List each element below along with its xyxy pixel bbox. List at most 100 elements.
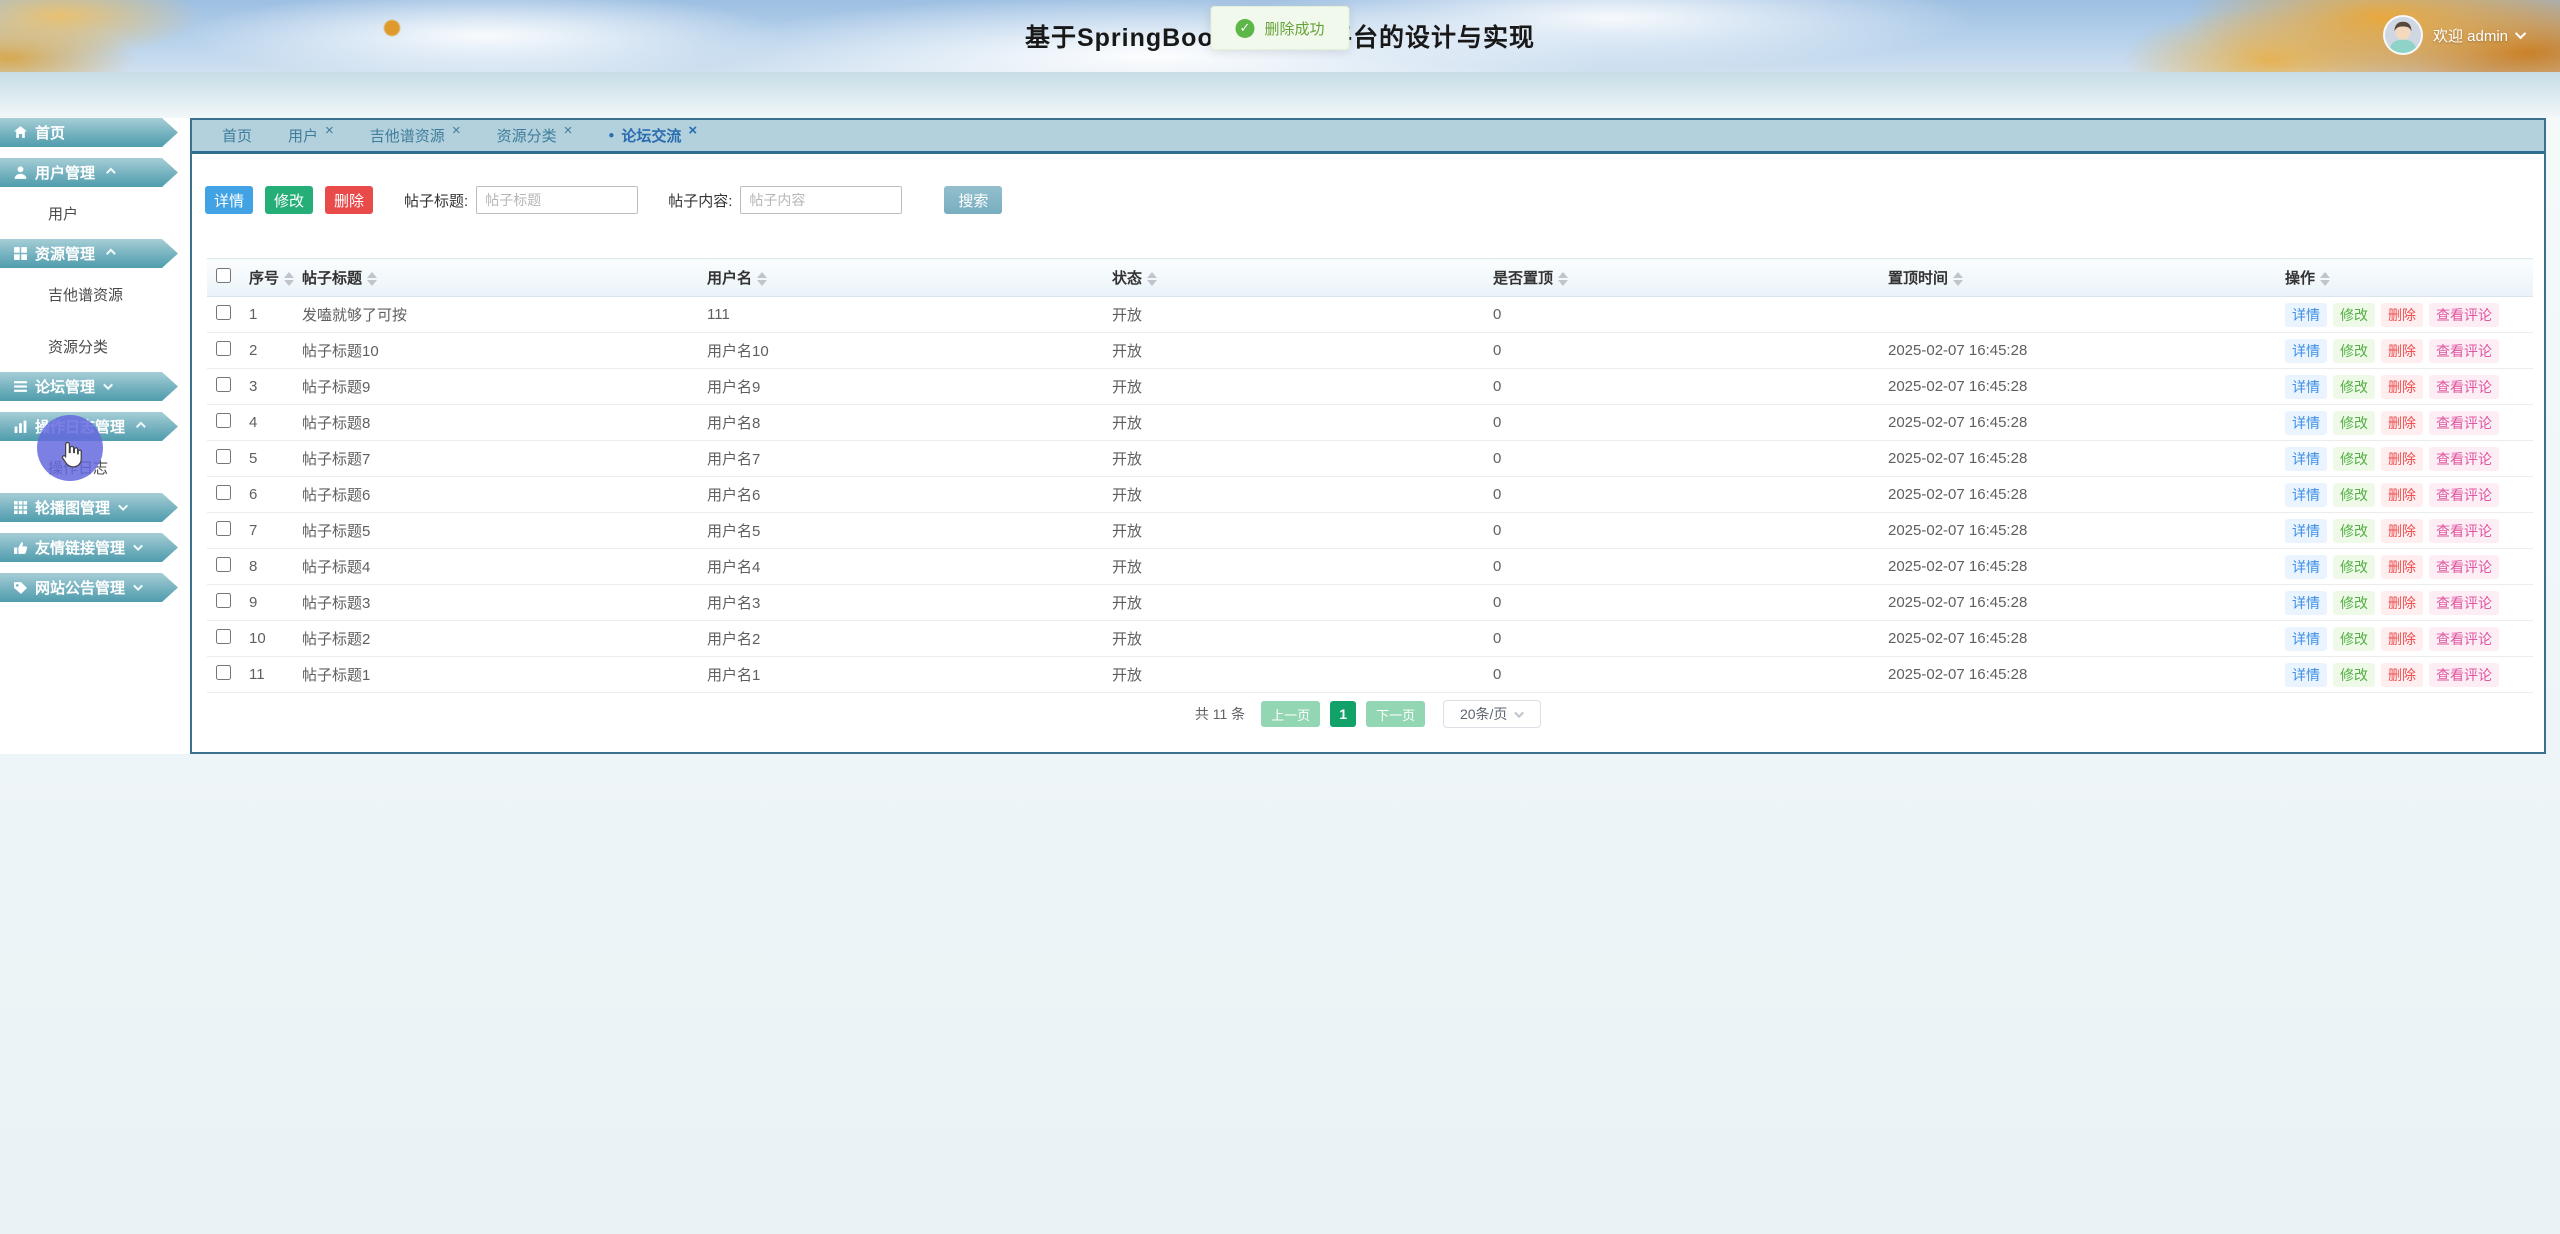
row-detail-link[interactable]: 详情 <box>2285 591 2327 615</box>
sort-caret-icon[interactable] <box>2320 272 2330 286</box>
row-view-comments-link[interactable]: 查看评论 <box>2429 483 2499 507</box>
tag-icon <box>13 580 28 595</box>
row-detail-link[interactable]: 详情 <box>2285 339 2327 363</box>
sidebar-item-friend-links-management[interactable]: 友情链接管理 <box>0 533 178 562</box>
sidebar-subitem-guitar-scores[interactable]: 吉他谱资源 <box>0 268 178 320</box>
sidebar-item-home[interactable]: 首页 <box>0 118 178 147</box>
sidebar-item-carousel-management[interactable]: 轮播图管理 <box>0 493 178 522</box>
tab-guitar-scores[interactable]: 吉他谱资源 × <box>370 125 461 146</box>
tab-home[interactable]: 首页 <box>222 125 252 146</box>
avatar[interactable] <box>2383 15 2423 55</box>
post-title-input[interactable] <box>476 186 638 214</box>
row-delete-link[interactable]: 删除 <box>2381 519 2423 543</box>
row-view-comments-link[interactable]: 查看评论 <box>2429 339 2499 363</box>
user-box[interactable]: 欢迎 admin <box>2383 15 2526 55</box>
close-icon[interactable]: × <box>688 123 697 138</box>
sort-caret-icon[interactable] <box>367 272 377 286</box>
row-checkbox[interactable] <box>216 629 231 644</box>
row-delete-link[interactable]: 删除 <box>2381 375 2423 399</box>
row-checkbox[interactable] <box>216 665 231 680</box>
cell-pin-time: 2025-02-07 16:45:28 <box>1888 477 2285 513</box>
row-detail-link[interactable]: 详情 <box>2285 483 2327 507</box>
row-delete-link[interactable]: 删除 <box>2381 483 2423 507</box>
row-detail-link[interactable]: 详情 <box>2285 447 2327 471</box>
row-detail-link[interactable]: 详情 <box>2285 663 2327 687</box>
col-pin-time: 置顶时间 <box>1888 270 1948 287</box>
row-edit-link[interactable]: 修改 <box>2333 519 2375 543</box>
check-circle-icon: ✓ <box>1235 19 1254 38</box>
row-checkbox[interactable] <box>216 377 231 392</box>
close-icon[interactable]: × <box>325 123 334 138</box>
row-checkbox[interactable] <box>216 305 231 320</box>
close-icon[interactable]: × <box>564 123 573 138</box>
tab-resource-category[interactable]: 资源分类 × <box>497 125 573 146</box>
sort-caret-icon[interactable] <box>1953 272 1963 286</box>
row-detail-link[interactable]: 详情 <box>2285 519 2327 543</box>
row-edit-link[interactable]: 修改 <box>2333 591 2375 615</box>
row-checkbox[interactable] <box>216 413 231 428</box>
row-delete-link[interactable]: 删除 <box>2381 555 2423 579</box>
tab-forum-active[interactable]: ● 论坛交流 × <box>608 125 697 146</box>
row-view-comments-link[interactable]: 查看评论 <box>2429 447 2499 471</box>
post-content-input[interactable] <box>740 186 902 214</box>
row-checkbox[interactable] <box>216 485 231 500</box>
row-edit-link[interactable]: 修改 <box>2333 627 2375 651</box>
page-size-select[interactable]: 20条/页 <box>1443 700 1541 728</box>
row-edit-link[interactable]: 修改 <box>2333 555 2375 579</box>
row-view-comments-link[interactable]: 查看评论 <box>2429 519 2499 543</box>
row-edit-link[interactable]: 修改 <box>2333 339 2375 363</box>
row-checkbox[interactable] <box>216 341 231 356</box>
row-view-comments-link[interactable]: 查看评论 <box>2429 627 2499 651</box>
row-delete-link[interactable]: 删除 <box>2381 303 2423 327</box>
row-edit-link[interactable]: 修改 <box>2333 447 2375 471</box>
row-view-comments-link[interactable]: 查看评论 <box>2429 555 2499 579</box>
row-detail-link[interactable]: 详情 <box>2285 555 2327 579</box>
row-detail-link[interactable]: 详情 <box>2285 627 2327 651</box>
row-view-comments-link[interactable]: 查看评论 <box>2429 303 2499 327</box>
row-detail-link[interactable]: 详情 <box>2285 411 2327 435</box>
sidebar-item-forum-management[interactable]: 论坛管理 <box>0 372 178 401</box>
cell-title: 帖子标题5 <box>302 513 707 549</box>
row-delete-link[interactable]: 删除 <box>2381 447 2423 471</box>
detail-button[interactable]: 详情 <box>205 186 253 214</box>
delete-button[interactable]: 删除 <box>325 186 373 214</box>
sort-caret-icon[interactable] <box>1147 272 1157 286</box>
select-all-checkbox[interactable] <box>216 268 231 283</box>
row-view-comments-link[interactable]: 查看评论 <box>2429 375 2499 399</box>
sort-caret-icon[interactable] <box>1558 272 1568 286</box>
sort-caret-icon[interactable] <box>757 272 767 286</box>
row-edit-link[interactable]: 修改 <box>2333 411 2375 435</box>
row-checkbox[interactable] <box>216 557 231 572</box>
sidebar-subitem-resource-category[interactable]: 资源分类 <box>0 320 178 372</box>
row-checkbox[interactable] <box>216 449 231 464</box>
row-view-comments-link[interactable]: 查看评论 <box>2429 411 2499 435</box>
row-edit-link[interactable]: 修改 <box>2333 375 2375 399</box>
row-delete-link[interactable]: 删除 <box>2381 411 2423 435</box>
row-checkbox[interactable] <box>216 521 231 536</box>
sidebar-item-resource-management[interactable]: 资源管理 <box>0 239 178 268</box>
next-page-button[interactable]: 下一页 <box>1366 701 1425 727</box>
sidebar-item-site-notice-management[interactable]: 网站公告管理 <box>0 573 178 602</box>
search-button[interactable]: 搜索 <box>944 186 1002 214</box>
row-detail-link[interactable]: 详情 <box>2285 375 2327 399</box>
row-detail-link[interactable]: 详情 <box>2285 303 2327 327</box>
row-delete-link[interactable]: 删除 <box>2381 591 2423 615</box>
row-delete-link[interactable]: 删除 <box>2381 339 2423 363</box>
row-delete-link[interactable]: 删除 <box>2381 627 2423 651</box>
sort-caret-icon[interactable] <box>284 272 294 286</box>
row-view-comments-link[interactable]: 查看评论 <box>2429 663 2499 687</box>
row-view-comments-link[interactable]: 查看评论 <box>2429 591 2499 615</box>
chevron-down-icon[interactable] <box>2515 28 2526 39</box>
sidebar-subitem-user[interactable]: 用户 <box>0 187 178 239</box>
edit-button[interactable]: 修改 <box>265 186 313 214</box>
row-checkbox[interactable] <box>216 593 231 608</box>
tab-users[interactable]: 用户 × <box>288 125 334 146</box>
row-edit-link[interactable]: 修改 <box>2333 663 2375 687</box>
row-edit-link[interactable]: 修改 <box>2333 483 2375 507</box>
close-icon[interactable]: × <box>452 123 461 138</box>
current-page-button[interactable]: 1 <box>1330 701 1356 727</box>
row-edit-link[interactable]: 修改 <box>2333 303 2375 327</box>
sidebar-item-user-management[interactable]: 用户管理 <box>0 158 178 187</box>
row-delete-link[interactable]: 删除 <box>2381 663 2423 687</box>
prev-page-button[interactable]: 上一页 <box>1261 701 1320 727</box>
